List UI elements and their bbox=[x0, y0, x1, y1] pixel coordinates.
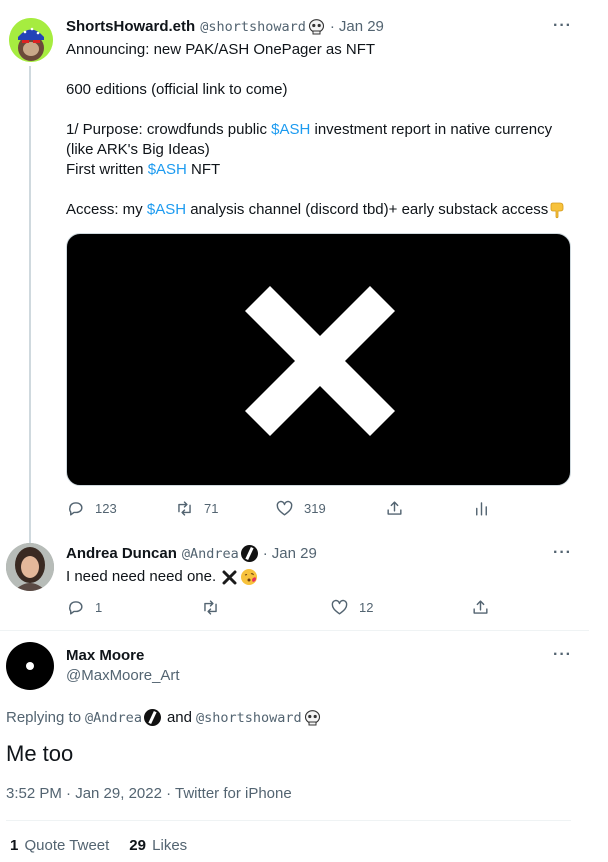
cashtag-ash[interactable]: $ASH bbox=[271, 121, 310, 138]
tweet-time[interactable]: Jan 29 bbox=[339, 18, 384, 35]
text: 1/ Purpose: crowdfunds public bbox=[66, 121, 272, 138]
like-total: 29 bbox=[129, 837, 146, 854]
share-button[interactable] bbox=[385, 499, 404, 518]
x-mark-graphic-icon bbox=[245, 286, 395, 436]
analytics-button[interactable] bbox=[472, 499, 491, 518]
quote-label: Quote Tweet bbox=[24, 837, 110, 854]
retweet-button[interactable]: 71 bbox=[175, 499, 218, 518]
tweet1-header: ShortsHoward.eth @shortshoward · Jan 29 bbox=[66, 18, 384, 35]
likes-stat[interactable]: 29 Likes bbox=[129, 837, 187, 854]
cashtag-ash[interactable]: $ASH bbox=[148, 161, 187, 178]
author-handle[interactable]: @shortshoward bbox=[200, 19, 306, 35]
tweet-timestamp[interactable]: 3:52 PM · Jan 29, 2022 · Twitter for iPh… bbox=[6, 785, 292, 802]
like-button[interactable]: 12 bbox=[330, 598, 373, 617]
cashtag-ash[interactable]: $ASH bbox=[147, 201, 186, 218]
quote-tweets-stat[interactable]: 1 Quote Tweet bbox=[10, 837, 109, 854]
reply-icon bbox=[69, 601, 83, 615]
avatar-maxmoore[interactable] bbox=[6, 642, 54, 690]
nft-badge-icon bbox=[240, 545, 258, 562]
tweet1-line6: Access: my $ASH analysis channel (discor… bbox=[66, 200, 566, 220]
replying-to: Replying to @Andrea and @shortshoward bbox=[6, 709, 321, 726]
reply-count: 1 bbox=[95, 600, 103, 615]
analytics-icon bbox=[476, 502, 487, 516]
reply-button[interactable]: 1 bbox=[66, 598, 102, 617]
like-button[interactable]: 319 bbox=[275, 499, 326, 518]
tweet2-action-bar: 1 12 bbox=[66, 598, 571, 618]
like-icon bbox=[331, 599, 348, 615]
author-name[interactable]: Max Moore bbox=[66, 647, 144, 664]
text: investment report in native currency bbox=[310, 121, 553, 138]
tweet1-line1: Announcing: new PAK/ASH OnePager as NFT bbox=[66, 41, 376, 58]
text: I need need need one. bbox=[66, 568, 217, 585]
replying-to-label: Replying to bbox=[6, 709, 82, 726]
retweet-icon bbox=[178, 501, 191, 516]
more-icon[interactable]: ··· bbox=[553, 544, 572, 562]
reply-count: 123 bbox=[95, 501, 117, 516]
reply-button[interactable]: 123 bbox=[66, 499, 117, 518]
retweet-count: 71 bbox=[204, 501, 219, 516]
share-icon bbox=[473, 600, 488, 614]
skull-badge-icon bbox=[308, 18, 324, 34]
like-count: 319 bbox=[304, 501, 326, 516]
tweet1-line2: 600 editions (official link to come) bbox=[66, 81, 288, 98]
author-name[interactable]: Andrea Duncan bbox=[66, 545, 177, 562]
share-button[interactable] bbox=[471, 598, 490, 617]
author-name[interactable]: ShortsHoward.eth bbox=[66, 18, 195, 35]
main-tweet-text: Me too bbox=[6, 741, 74, 766]
more-icon[interactable]: ··· bbox=[553, 646, 572, 664]
ape-avatar-icon bbox=[9, 18, 53, 62]
avatar-dot bbox=[26, 662, 34, 670]
tweet1-media-image[interactable] bbox=[66, 233, 571, 486]
tweet2-header: Andrea Duncan @Andrea · Jan 29 bbox=[66, 545, 317, 562]
avatar-shortshoward[interactable] bbox=[9, 18, 53, 62]
reply-handle-andrea[interactable]: @Andrea bbox=[85, 710, 142, 726]
person-avatar-icon bbox=[6, 543, 54, 591]
author-handle[interactable]: @Andrea bbox=[182, 546, 239, 562]
retweet-icon bbox=[204, 600, 217, 615]
text: NFT bbox=[186, 161, 221, 178]
skull-badge-icon bbox=[304, 709, 320, 725]
text: Access: my bbox=[66, 201, 147, 218]
like-icon bbox=[276, 500, 293, 516]
dot-separator: · bbox=[329, 18, 335, 35]
tweet-time[interactable]: Jan 29 bbox=[272, 545, 317, 562]
author-handle[interactable]: @MaxMoore_Art bbox=[66, 667, 180, 684]
tweet2-text: I need need need one. bbox=[66, 567, 258, 587]
point-down-emoji-icon bbox=[550, 202, 564, 219]
text: First written bbox=[66, 161, 148, 178]
tweet-stats: 1 Quote Tweet 29 Likes bbox=[10, 837, 187, 854]
more-icon[interactable]: ··· bbox=[553, 17, 572, 35]
divider bbox=[0, 630, 589, 631]
tweet1-line5: First written $ASH NFT bbox=[66, 160, 220, 180]
likes-label: Likes bbox=[152, 837, 188, 854]
like-count: 12 bbox=[359, 600, 374, 615]
retweet-button[interactable] bbox=[201, 598, 230, 617]
reply-handle-shortshoward[interactable]: @shortshoward bbox=[196, 710, 302, 726]
tweet1-action-bar: 123 71 319 bbox=[66, 499, 571, 519]
kiss-emoji-icon bbox=[241, 569, 258, 585]
avatar-andrea[interactable] bbox=[6, 543, 54, 591]
divider bbox=[6, 820, 571, 821]
quote-count: 1 bbox=[10, 837, 19, 854]
x-mark-emoji-icon bbox=[222, 570, 237, 584]
tweet1-line3: 1/ Purpose: crowdfunds public $ASH inves… bbox=[66, 120, 552, 140]
reply-icon bbox=[69, 502, 83, 516]
share-icon bbox=[387, 501, 402, 515]
dot-separator: · bbox=[262, 545, 268, 562]
thread-line bbox=[29, 66, 31, 546]
and-label: and bbox=[166, 709, 192, 726]
nft-badge-icon bbox=[143, 709, 161, 726]
text: analysis channel (discord tbd)+ early su… bbox=[186, 201, 549, 218]
tweet1-line4: (like ARK's Big Ideas) bbox=[66, 141, 210, 158]
